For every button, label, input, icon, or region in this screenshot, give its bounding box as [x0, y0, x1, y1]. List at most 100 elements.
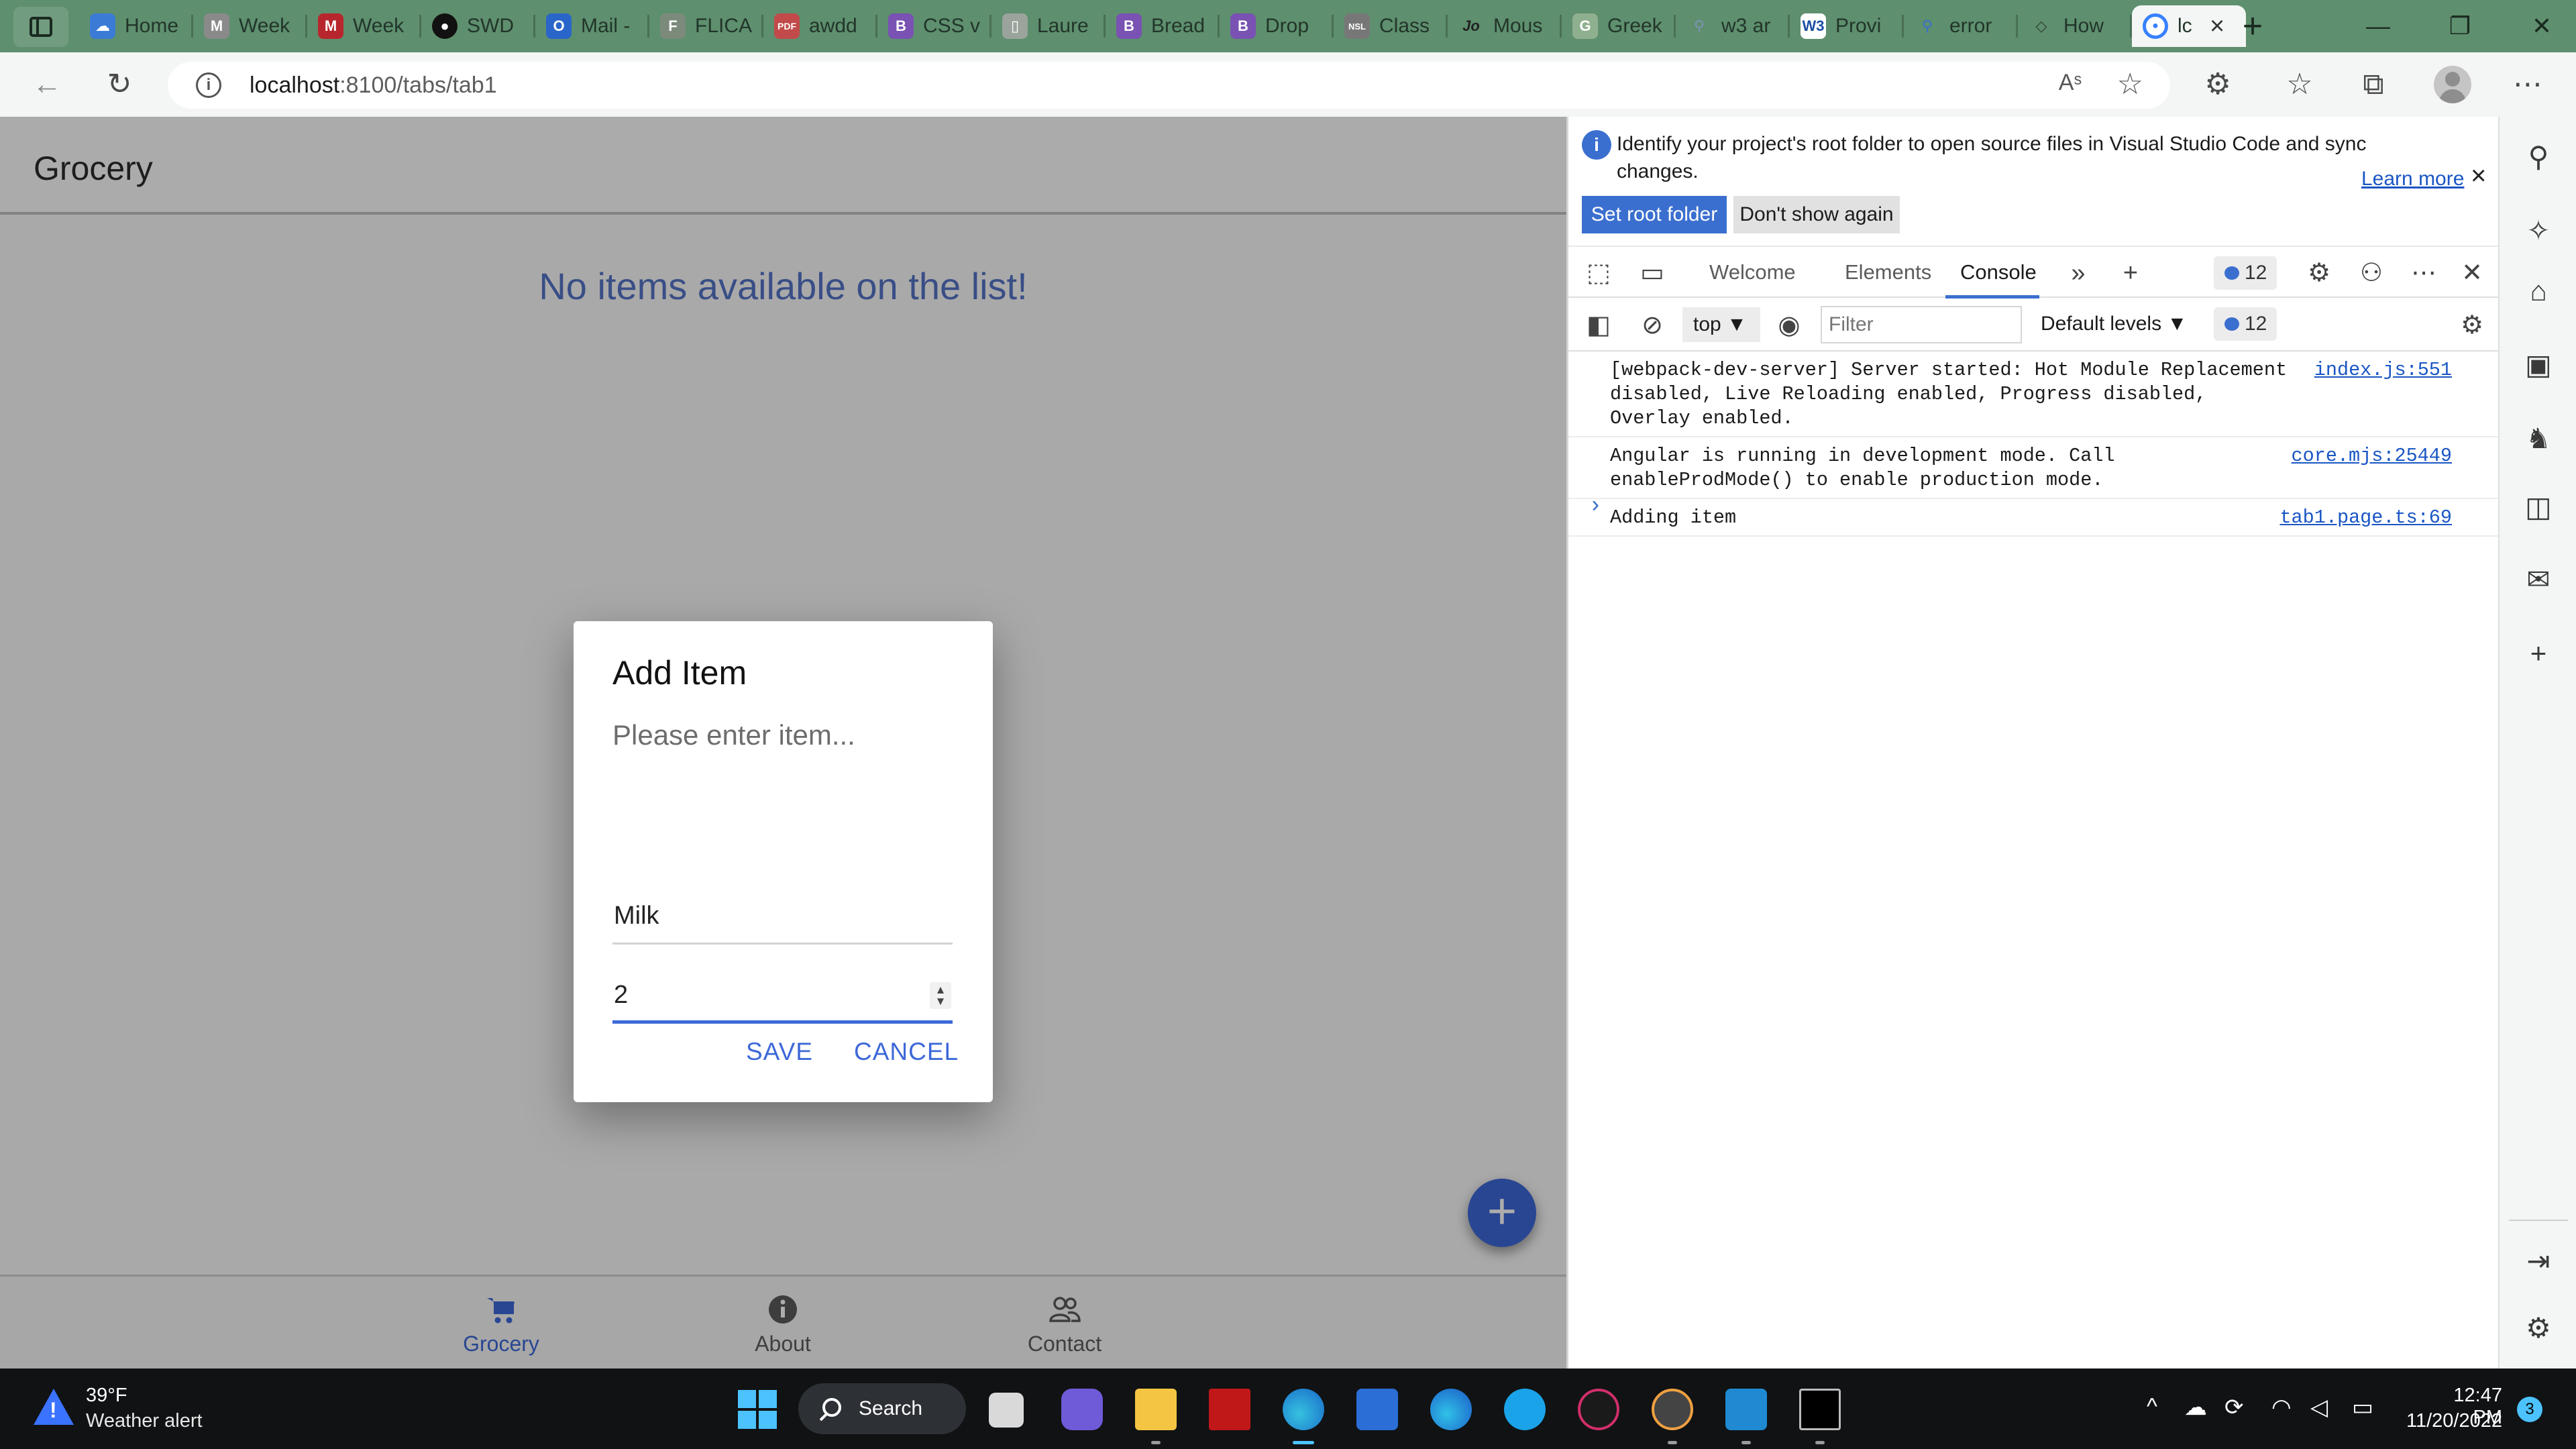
browser-tab[interactable]: NSL Class — [1334, 5, 1448, 47]
show-hidden-icons-icon[interactable]: ^ — [2147, 1394, 2157, 1420]
sidebar-settings-icon[interactable]: ⚙ — [2520, 1309, 2557, 1347]
creative-cloud-icon[interactable] — [1578, 1389, 1619, 1430]
context-select[interactable]: top ▼ — [1682, 307, 1760, 342]
customize-icon[interactable]: ⚇ — [2355, 256, 2388, 290]
close-window-button[interactable]: ✕ — [2512, 7, 2572, 46]
microsoft-store-icon[interactable] — [1356, 1389, 1398, 1430]
browser-tab[interactable]: ⚲ w3 ar — [1676, 5, 1790, 47]
office-icon[interactable]: ◫ — [2520, 488, 2557, 526]
volume-icon[interactable]: ◁ — [2310, 1394, 2328, 1421]
browser-tab[interactable]: M Week — [307, 5, 421, 47]
browser-tab[interactable]: G Greek — [1562, 5, 1676, 47]
browser-tab[interactable]: F FLICA — [649, 5, 763, 47]
browser-tab[interactable]: PDF awdd — [763, 5, 877, 47]
log-source-link[interactable]: tab1.page.ts:69 — [2279, 506, 2452, 530]
tab-actions-button[interactable] — [13, 7, 68, 47]
tab-console[interactable]: Console — [1960, 260, 2037, 284]
tab-welcome[interactable]: Welcome — [1709, 260, 1796, 284]
learn-more-link[interactable]: Learn more — [2361, 168, 2464, 191]
address-bar[interactable]: i localhost:8100/tabs/tab1 Aˢ ☆ — [168, 62, 2170, 109]
wifi-icon[interactable]: ◠ — [2271, 1394, 2292, 1421]
inspect-element-icon[interactable]: ⬚ — [1582, 256, 1615, 290]
browser-tab[interactable]: B Drop — [1220, 5, 1334, 47]
media-player-icon[interactable] — [1652, 1389, 1693, 1430]
refresh-icon[interactable]: ↻ — [101, 66, 138, 103]
edge-browser-icon[interactable] — [1283, 1389, 1324, 1430]
browser-tab[interactable]: O Mail - — [535, 5, 649, 47]
url-text[interactable]: localhost:8100/tabs/tab1 — [250, 72, 497, 99]
add-favorite-icon[interactable]: ☆ — [2117, 67, 2143, 101]
browser-tab[interactable]: B Bread — [1106, 5, 1220, 47]
console-prompt[interactable]: › — [1589, 494, 1602, 519]
more-options-icon[interactable]: ⋯ — [2509, 66, 2546, 103]
browser-tab[interactable]: ◇ How — [2018, 5, 2132, 47]
sidebar-toggle-icon[interactable]: ◧ — [1582, 309, 1615, 342]
outlook-icon[interactable]: ✉ — [2520, 561, 2557, 598]
issues-badge[interactable]: 12 — [2214, 307, 2277, 341]
dont-show-again-button[interactable]: Don't show again — [1733, 196, 1900, 233]
log-source-link[interactable]: index.js:551 — [2314, 358, 2452, 382]
cancel-button[interactable]: CANCEL — [854, 1038, 959, 1066]
live-expression-eye-icon[interactable]: ◉ — [1772, 309, 1806, 342]
browser-tab[interactable]: ● SWD — [421, 5, 535, 47]
issues-badge[interactable]: 12 — [2214, 256, 2277, 290]
restore-button[interactable]: ❐ — [2430, 7, 2490, 46]
get-help-icon[interactable] — [1504, 1389, 1546, 1430]
browser-tab-active[interactable]: ● lc × — [2132, 5, 2246, 47]
browser-tab[interactable]: ☁ Home — [79, 5, 193, 47]
log-levels-select[interactable]: Default levels ▼ — [2041, 313, 2187, 335]
filter-input[interactable] — [1821, 306, 2022, 343]
add-tab-icon[interactable]: + — [2114, 256, 2147, 290]
task-view-icon[interactable] — [989, 1393, 1024, 1428]
save-button[interactable]: SAVE — [746, 1038, 813, 1066]
battery-icon[interactable]: ▭ — [2352, 1394, 2373, 1421]
extensions-icon[interactable]: ⚙ — [2199, 66, 2237, 103]
shopping-tag-icon[interactable]: ⌂ — [2520, 272, 2557, 310]
close-tab-icon[interactable]: × — [2210, 12, 2224, 41]
device-emulation-icon[interactable]: ▭ — [1635, 256, 1669, 290]
tab-elements[interactable]: Elements — [1845, 260, 1931, 284]
games-icon[interactable]: ♞ — [2520, 420, 2557, 458]
log-source-link[interactable]: core.mjs:25449 — [2292, 444, 2452, 468]
quantity-input[interactable]: 2 ▲ ▼ — [612, 963, 953, 1024]
clear-console-icon[interactable]: ⊘ — [1635, 309, 1669, 342]
weather-temperature[interactable]: 39°F — [86, 1385, 127, 1407]
browser-tab[interactable]: B CSS v — [877, 5, 991, 47]
hide-sidebar-icon[interactable]: ⇥ — [2520, 1242, 2557, 1280]
sync-icon[interactable]: ⟳ — [2224, 1394, 2244, 1421]
terminal-icon[interactable] — [1799, 1389, 1841, 1430]
file-explorer-icon[interactable] — [1135, 1389, 1177, 1430]
clock-date[interactable]: 11/20/2022 — [2388, 1410, 2502, 1432]
browser-tab[interactable]: M Week — [193, 5, 307, 47]
add-icon[interactable]: + — [2520, 635, 2557, 672]
taskbar-search[interactable]: Search — [798, 1383, 966, 1434]
site-info-icon[interactable]: i — [196, 72, 221, 98]
settings-gear-icon[interactable]: ⚙ — [2302, 256, 2336, 290]
weather-alert-text[interactable]: Weather alert — [86, 1410, 203, 1432]
set-root-folder-button[interactable]: Set root folder — [1582, 196, 1727, 233]
chat-icon[interactable] — [1061, 1389, 1103, 1430]
edge-dev-icon[interactable] — [1430, 1389, 1472, 1430]
browser-tab[interactable]: ▯ Laure — [991, 5, 1106, 47]
discover-icon[interactable]: ✧ — [2520, 212, 2557, 250]
vscode-icon[interactable] — [1725, 1389, 1767, 1430]
tools-icon[interactable]: ▣ — [2520, 346, 2557, 384]
close-devtools-icon[interactable]: ✕ — [2455, 256, 2489, 290]
onedrive-icon[interactable]: ☁ — [2184, 1394, 2207, 1421]
console-settings-icon[interactable]: ⚙ — [2455, 309, 2489, 342]
weather-warning-icon[interactable]: ! — [34, 1389, 74, 1425]
search-icon[interactable]: ⚲ — [2520, 138, 2557, 176]
more-tabs-icon[interactable]: » — [2061, 256, 2095, 290]
quantity-stepper[interactable]: ▲ ▼ — [930, 982, 951, 1009]
browser-tab[interactable]: ⚲ error — [1904, 5, 2018, 47]
browser-tab[interactable]: W3 Provi — [1790, 5, 1904, 47]
more-options-icon[interactable]: ⋯ — [2407, 256, 2440, 290]
new-tab-button[interactable]: + — [2234, 8, 2271, 46]
back-arrow-icon[interactable]: ← — [28, 66, 66, 103]
close-icon[interactable]: × — [2471, 161, 2486, 191]
browser-tab[interactable]: Jo Mous — [1448, 5, 1562, 47]
mcafee-icon[interactable] — [1209, 1389, 1250, 1430]
favorites-icon[interactable]: ☆ — [2281, 66, 2318, 103]
collections-icon[interactable]: ⧉ — [2355, 66, 2392, 103]
item-name-input[interactable]: Milk — [612, 884, 953, 945]
